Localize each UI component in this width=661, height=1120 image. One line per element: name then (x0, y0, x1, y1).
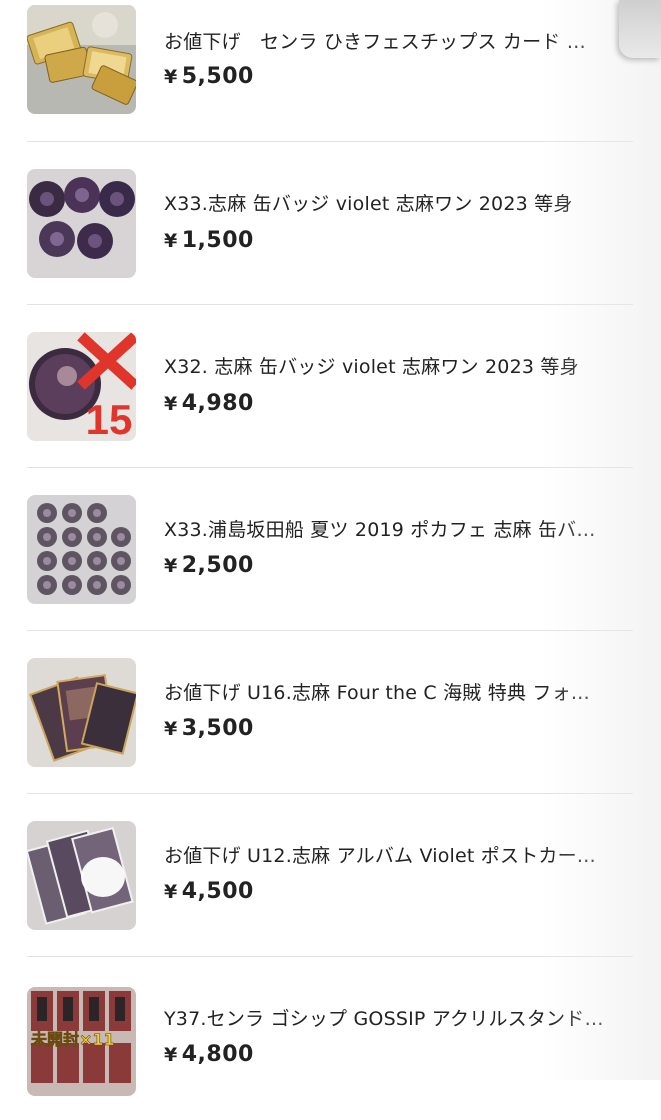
list-item[interactable]: X33.志麻 缶バッジ violet 志麻ワン 2023 等身 ¥1,500 (0, 142, 661, 305)
price-value: 5,500 (181, 64, 254, 89)
product-price: ¥3,500 (164, 716, 254, 742)
list-item[interactable]: お値下げ U16.志麻 Four the C 海賊 特典 フォト… ¥3,500 (0, 631, 661, 794)
thumbnail-overlay-text: 未開封×11 (30, 1030, 115, 1049)
product-thumbnail[interactable] (27, 5, 136, 114)
price-value: 4,980 (181, 391, 254, 416)
price-value: 1,500 (181, 228, 254, 253)
currency-symbol: ¥ (164, 393, 178, 415)
product-price: ¥4,980 (164, 391, 254, 417)
product-thumbnail[interactable] (27, 169, 136, 278)
product-price: ¥4,500 (164, 879, 254, 905)
price-value: 2,500 (181, 553, 254, 578)
price-value: 4,500 (181, 879, 254, 904)
product-title[interactable]: X33.浦島坂田船 夏ツ 2019 ポカフェ 志麻 缶バッジ (164, 518, 604, 542)
list-item[interactable]: 15 X32. 志麻 缶バッジ violet 志麻ワン 2023 等身 ¥4,9… (0, 305, 661, 468)
product-title[interactable]: お値下げ センラ ひきフェスチップス カード 浦… (164, 30, 604, 54)
side-handle[interactable] (619, 0, 661, 58)
product-thumbnail[interactable]: 15 (27, 332, 136, 441)
product-title[interactable]: Y37.センラ ゴシップ GOSSIP アクリルスタンド… (164, 1007, 604, 1031)
product-price: ¥5,500 (164, 64, 254, 90)
price-value: 3,500 (181, 716, 254, 741)
currency-symbol: ¥ (164, 1044, 178, 1066)
list-item[interactable]: X33.浦島坂田船 夏ツ 2019 ポカフェ 志麻 缶バッジ ¥2,500 (0, 468, 661, 631)
price-value: 4,800 (181, 1042, 254, 1067)
product-price: ¥4,800 (164, 1042, 254, 1068)
thumbnail-overlay-text: 15 (86, 396, 133, 441)
product-price: ¥1,500 (164, 228, 254, 254)
product-title[interactable]: お値下げ U16.志麻 Four the C 海賊 特典 フォト… (164, 681, 604, 705)
product-title[interactable]: X32. 志麻 缶バッジ violet 志麻ワン 2023 等身 (164, 355, 604, 379)
product-title[interactable]: X33.志麻 缶バッジ violet 志麻ワン 2023 等身 (164, 192, 604, 216)
product-thumbnail[interactable] (27, 495, 136, 604)
currency-symbol: ¥ (164, 881, 178, 903)
product-title[interactable]: お値下げ U12.志麻 アルバム Violet ポストカー… (164, 844, 604, 868)
product-thumbnail[interactable] (27, 821, 136, 930)
list-item[interactable]: お値下げ センラ ひきフェスチップス カード 浦… ¥5,500 (0, 0, 661, 143)
list-item[interactable]: 未開封×11 Y37.センラ ゴシップ GOSSIP アクリルスタンド… ¥4,… (0, 957, 661, 1120)
currency-symbol: ¥ (164, 718, 178, 740)
list-item[interactable]: お値下げ U12.志麻 アルバム Violet ポストカー… ¥4,500 (0, 794, 661, 957)
currency-symbol: ¥ (164, 66, 178, 88)
currency-symbol: ¥ (164, 555, 178, 577)
product-thumbnail[interactable] (27, 658, 136, 767)
product-price: ¥2,500 (164, 553, 254, 579)
currency-symbol: ¥ (164, 230, 178, 252)
